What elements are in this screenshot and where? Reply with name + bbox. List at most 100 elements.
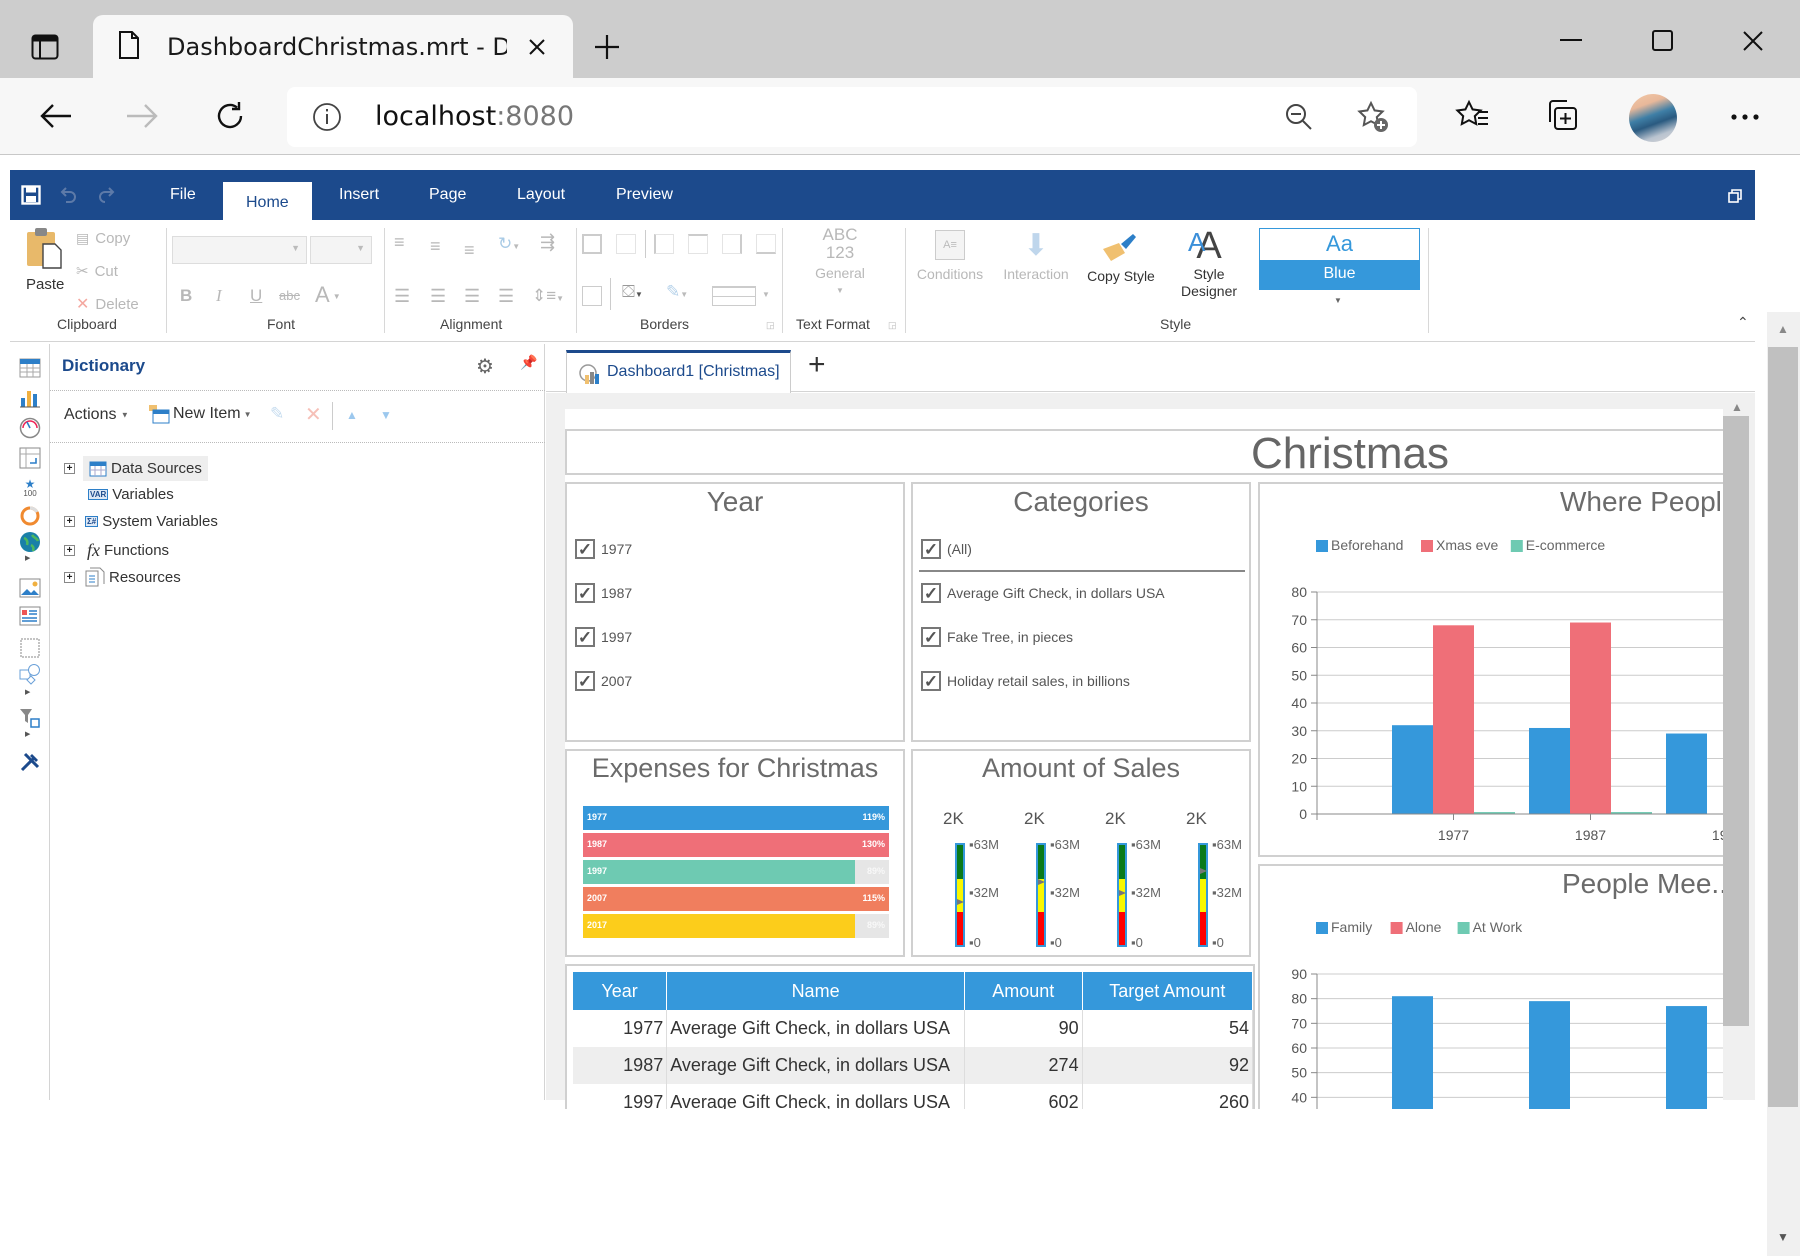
tree-item-functions[interactable]: + fx Functions [64,540,169,561]
tree-item-system-variables[interactable]: + Σ# System Variables [64,513,218,530]
column-header[interactable]: Year [573,972,668,1010]
scrollbar-thumb[interactable] [1723,416,1749,1026]
align-top-icon[interactable]: ≡ [394,232,405,253]
align-middle-icon[interactable]: ≡ [430,236,441,257]
canvas-vertical-scrollbar[interactable]: ▲ [1723,396,1755,1100]
chart-icon[interactable] [18,386,42,410]
font-size-dropdown[interactable]: ▼ [310,236,372,264]
pin-icon[interactable]: 📌 [520,354,537,371]
conditions-button[interactable]: A≡ Conditions [914,230,986,282]
collapse-ribbon-icon[interactable]: ⌃ [1737,314,1749,331]
year-filter-panel[interactable]: Year ✓ 1977 ✓ 1987 ✓ 1997 ✓ 2007 [565,482,905,742]
indicator-icon[interactable]: ★ 100 [18,476,42,500]
forward-icon[interactable] [122,98,162,134]
map-icon[interactable] [18,530,42,554]
profile-avatar[interactable] [1629,94,1677,142]
checkbox-item[interactable]: ✓ 2007 [575,671,632,691]
column-header[interactable]: Target Amount [1082,972,1253,1010]
design-canvas[interactable]: Christmas Year ✓ 1977 ✓ 1987 ✓ 1997 ✓ 2007 Cate… [546,393,1755,1109]
border-style-icon[interactable] [712,286,756,306]
scroll-up-icon[interactable]: ▲ [1777,322,1789,336]
maximize-icon[interactable] [1648,26,1678,56]
shapes-icon[interactable] [18,662,42,686]
people-meet-chart-panel[interactable]: People Mee... Family Alone At Work 40 50 60 70… [1258,864,1723,1109]
page-tab-dashboard1[interactable]: Dashboard1 [Christmas] [566,350,791,393]
border-right-icon[interactable] [722,234,742,254]
style-designer-button[interactable]: AA Style Designer [1176,226,1242,300]
column-header[interactable]: Amount [964,972,1083,1010]
dashboard-title-element[interactable]: Christmas [565,429,1723,475]
cut-button[interactable]: ✂ Cut [76,262,118,281]
border-left-icon[interactable] [654,234,674,254]
gauge-icon[interactable] [18,416,42,440]
interaction-button[interactable]: ⬇ Interaction [996,230,1076,283]
table-icon[interactable] [18,356,42,380]
tab-insert[interactable]: Insert [339,186,379,204]
amount-of-sales-panel[interactable]: Amount of Sales 2K ▪63M ▪32M ▪0 2K ▪63M ▪32M ▪0… [911,749,1251,957]
refresh-icon[interactable] [210,96,250,136]
checkbox-item[interactable]: ✓ 1997 [575,627,632,647]
delete-icon[interactable]: ✕ [305,402,322,427]
tab-layout[interactable]: Layout [517,186,565,204]
address-bar[interactable]: localhost:8080 [287,87,1417,147]
chevron-down-icon[interactable]: ▼ [762,290,770,299]
expand-icon[interactable]: + [64,463,75,474]
undo-icon[interactable] [58,184,80,206]
progress-icon[interactable] [18,504,42,528]
restore-window-icon[interactable] [1725,186,1745,206]
text-format-button[interactable]: ABC 123 General ▼ [810,226,870,300]
checkbox-item-all[interactable]: ✓ (All) [921,539,972,559]
scrollbar-thumb[interactable] [1768,347,1798,1107]
tools-icon[interactable] [18,750,42,774]
actions-menu-button[interactable]: Actions ▼ [64,406,129,424]
collections-icon[interactable] [1542,96,1582,136]
tab-page[interactable]: Page [429,186,466,204]
settings-gear-icon[interactable]: ⚙ [476,354,494,379]
browser-tab[interactable]: DashboardChristmas.mrt - Designer [93,15,573,78]
zoom-out-icon[interactable] [1283,101,1315,133]
add-page-button[interactable]: + [808,348,826,382]
tab-home[interactable]: Home [223,182,312,220]
paste-icon[interactable] [24,224,64,272]
column-header[interactable]: Name [666,972,965,1010]
border-color-icon[interactable]: ✎▼ [666,282,688,302]
border-box-icon[interactable] [582,286,602,306]
dashboard-page[interactable]: Christmas Year ✓ 1977 ✓ 1987 ✓ 1997 ✓ 2007 Cate… [565,409,1723,1109]
where-people-chart-panel[interactable]: Where People... BeforehandXmas eveE-comm… [1258,482,1723,857]
border-bottom-icon[interactable] [756,234,776,254]
rotate-icon[interactable]: ↻▼ [498,234,520,254]
text-icon[interactable] [18,604,42,628]
font-color-button[interactable]: A ▼ [315,282,341,308]
border-all-icon[interactable] [582,234,602,254]
save-icon[interactable] [20,184,42,206]
tree-item-data-sources[interactable]: + Data Sources [64,456,208,481]
window-close-icon[interactable] [1738,26,1768,56]
page-vertical-scrollbar[interactable]: ▲ ▼ [1767,312,1800,1256]
checkbox-item[interactable]: ✓ Fake Tree, in pieces [921,627,1073,647]
fill-color-icon[interactable]: ⛋▼ [622,282,643,302]
expand-arrow-icon[interactable]: ▶ [25,730,30,738]
new-tab-icon[interactable] [590,30,624,64]
align-right-icon[interactable]: ☰ [464,286,480,307]
copy-button[interactable]: ▤ Copy [76,230,130,247]
italic-button[interactable]: I [216,286,222,306]
strikethrough-button[interactable]: abc [279,288,300,303]
align-bottom-icon[interactable]: ≡ [464,240,475,261]
add-favorite-icon[interactable] [1355,99,1391,135]
style-gallery-blue[interactable]: Aa Blue [1259,228,1420,290]
bold-button[interactable]: B [180,286,192,306]
close-icon[interactable] [525,35,549,59]
checkbox-item[interactable]: ✓ Average Gift Check, in dollars USA [921,583,1165,603]
word-wrap-icon[interactable]: ⇶ [540,232,555,253]
sidebar-toggle-icon[interactable] [30,33,60,61]
tree-item-resources[interactable]: + Resources [64,567,181,587]
font-name-dropdown[interactable]: ▼ [172,236,307,264]
expand-icon[interactable]: + [64,516,75,527]
favorites-icon[interactable] [1452,96,1492,136]
checkbox-item[interactable]: ✓ 1977 [575,539,632,559]
filter-icon[interactable] [18,706,42,730]
move-down-icon[interactable]: ▼ [380,408,392,422]
expenses-progress-panel[interactable]: Expenses for Christmas 1977 119% 1987 130% 1… [565,749,905,957]
justify-icon[interactable]: ☰ [498,286,514,307]
tab-preview[interactable]: Preview [616,186,673,204]
